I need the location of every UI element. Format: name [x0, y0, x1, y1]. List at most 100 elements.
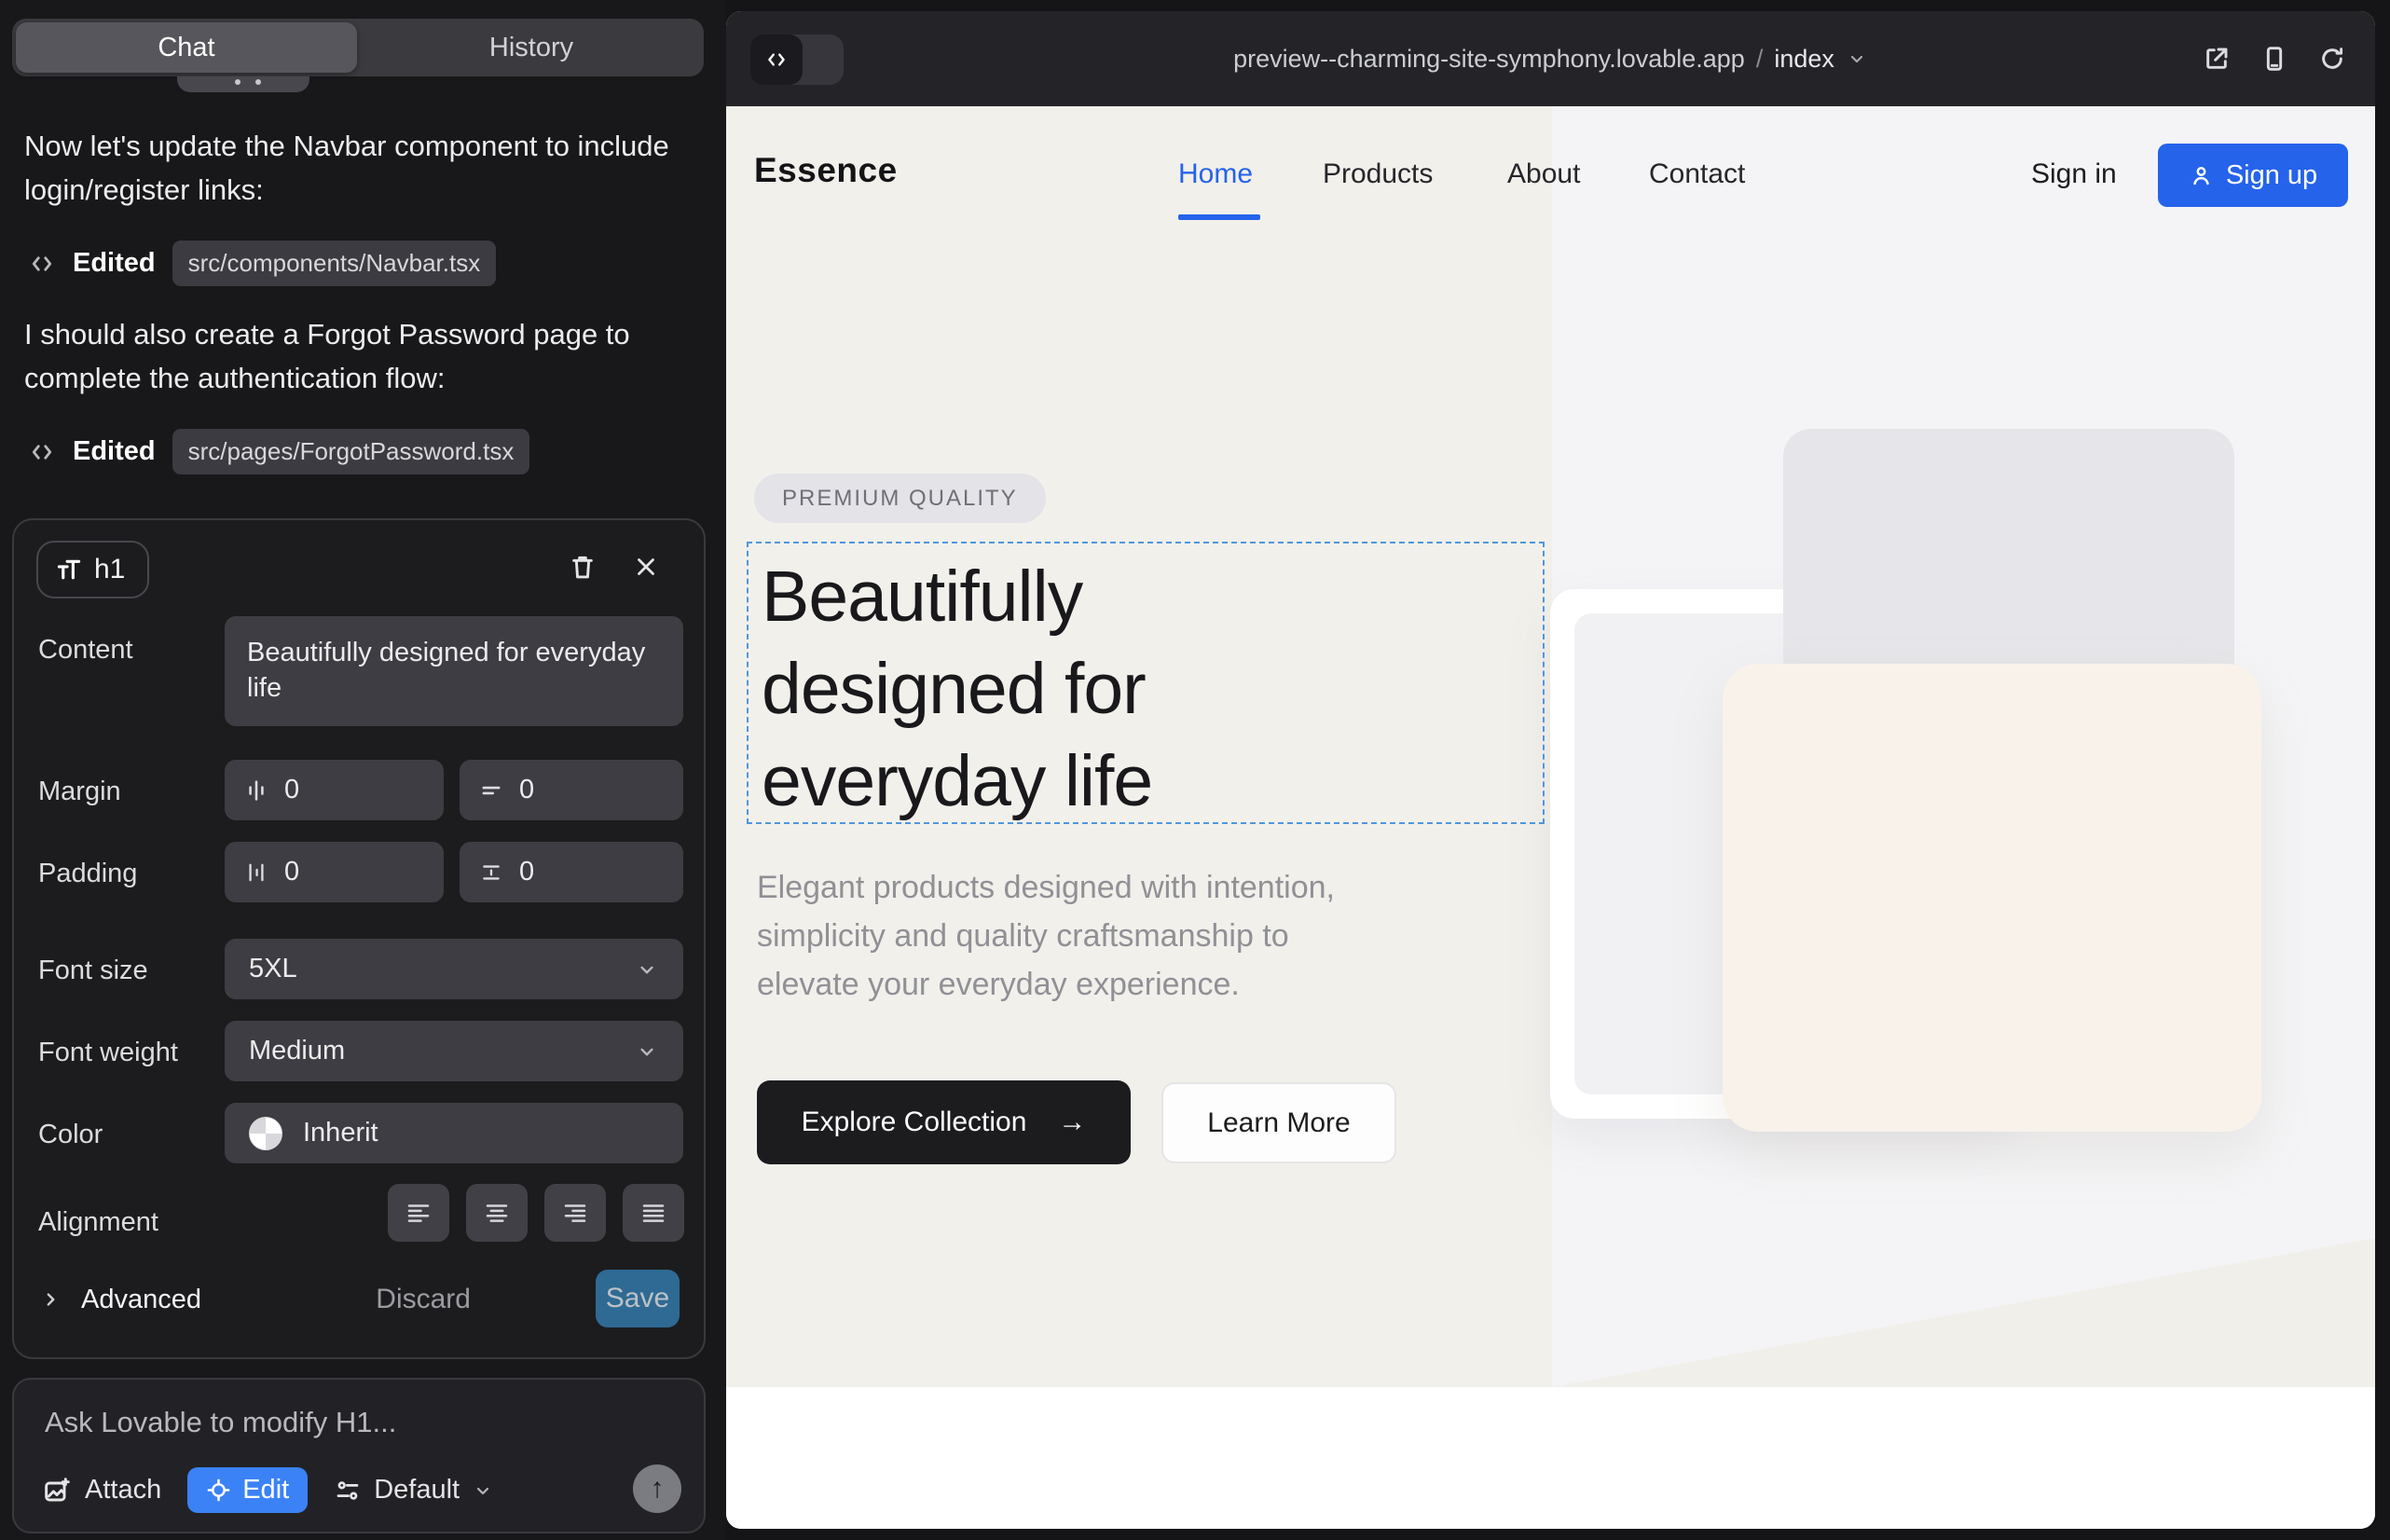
tab-history[interactable]: History [359, 19, 704, 76]
advanced-label: Advanced [81, 1285, 201, 1315]
padding-horizontal-icon [243, 859, 269, 886]
color-select[interactable]: Inherit [225, 1103, 683, 1163]
sign-up-button[interactable]: Sign up [2158, 144, 2348, 207]
padding-vertical-value: 0 [519, 857, 534, 887]
font-size-value: 5XL [249, 954, 297, 984]
margin-horizontal-icon [243, 777, 269, 804]
explore-collection-label: Explore Collection [802, 1107, 1027, 1138]
learn-more-button[interactable]: Learn More [1161, 1082, 1396, 1163]
margin-vertical-value: 0 [519, 775, 534, 805]
font-weight-value: Medium [249, 1036, 345, 1066]
padding-label: Padding [38, 859, 137, 889]
selected-element-outline[interactable]: Beautifully designed for everyday life [747, 542, 1545, 824]
color-label: Color [38, 1120, 103, 1150]
align-center-button[interactable] [466, 1184, 528, 1242]
preview-chrome-bar: preview--charming-site-symphony.lovable.… [726, 11, 2375, 106]
active-nav-underline [1178, 214, 1260, 220]
sign-up-label: Sign up [2226, 160, 2317, 191]
close-editor-button[interactable] [627, 548, 665, 585]
save-button[interactable]: Save [596, 1270, 680, 1327]
chevron-right-icon [38, 1287, 62, 1312]
attach-button[interactable]: Attach [42, 1475, 161, 1506]
font-size-select[interactable]: 5XL [225, 939, 683, 999]
padding-horizontal-input[interactable]: 0 [225, 842, 444, 902]
edit-label: Edit [242, 1475, 289, 1506]
alignment-label: Alignment [38, 1207, 158, 1238]
delete-element-button[interactable] [564, 548, 601, 585]
font-weight-label: Font weight [38, 1038, 178, 1068]
url-domain: preview--charming-site-symphony.lovable.… [1233, 45, 1745, 74]
nav-link-home[interactable]: Home [1178, 158, 1253, 190]
chat-history-tabbar: Chat History [12, 19, 704, 76]
color-value: Inherit [303, 1118, 378, 1148]
chevron-down-icon [635, 957, 659, 982]
edit-mode-button[interactable]: Edit [187, 1467, 308, 1513]
open-external-icon[interactable] [2202, 44, 2232, 74]
hero-heading[interactable]: Beautifully designed for everyday life [762, 551, 1339, 828]
site-canvas: Essence Home Products About Contact Sign… [726, 106, 2375, 1529]
sliders-icon [334, 1477, 362, 1505]
scrolled-chip-partial [177, 76, 309, 92]
advanced-toggle[interactable]: Advanced [38, 1272, 201, 1327]
refresh-icon[interactable] [2317, 44, 2347, 74]
explore-collection-button[interactable]: Explore Collection → [757, 1080, 1131, 1164]
chrome-actions [2202, 11, 2347, 106]
align-justify-icon [639, 1199, 667, 1227]
edited-label: Edited [73, 248, 156, 279]
edited-file-row[interactable]: Edited src/pages/ForgotPassword.tsx [28, 429, 529, 474]
hero-paragraph: Elegant products designed with intention… [757, 863, 1383, 1009]
crosshair-icon [206, 1478, 231, 1503]
element-tag-pill[interactable]: h1 [36, 541, 149, 598]
margin-vertical-input[interactable]: 0 [460, 760, 683, 820]
align-right-button[interactable] [544, 1184, 606, 1242]
app-root: Chat History Now let's update the Navbar… [0, 0, 2390, 1540]
edited-file-row[interactable]: Edited src/components/Navbar.tsx [28, 241, 496, 286]
arrow-up-icon: ↑ [651, 1473, 665, 1505]
code-icon [28, 438, 56, 466]
trash-icon [568, 552, 598, 582]
code-icon [28, 250, 56, 278]
align-right-icon [561, 1199, 589, 1227]
discard-button[interactable]: Discard [376, 1272, 471, 1327]
send-button[interactable]: ↑ [633, 1464, 681, 1513]
content-label: Content [38, 635, 133, 666]
element-tag-label: h1 [94, 554, 125, 585]
chevron-down-icon [635, 1039, 659, 1064]
composer-toolbar: Attach Edit Default [42, 1467, 494, 1513]
align-left-button[interactable] [388, 1184, 449, 1242]
nav-link-about[interactable]: About [1507, 158, 1580, 190]
font-weight-select[interactable]: Medium [225, 1021, 683, 1081]
margin-label: Margin [38, 777, 121, 807]
mobile-view-icon[interactable] [2260, 44, 2289, 74]
nav-link-contact[interactable]: Contact [1649, 158, 1745, 190]
align-center-icon [483, 1199, 511, 1227]
close-icon [632, 553, 660, 581]
margin-horizontal-value: 0 [284, 775, 299, 805]
model-default-select[interactable]: Default [334, 1475, 494, 1506]
margin-horizontal-input[interactable]: 0 [225, 760, 444, 820]
color-swatch [249, 1117, 282, 1150]
element-editor-panel: h1 Content Beautifully designed for ever… [12, 518, 706, 1359]
align-justify-button[interactable] [623, 1184, 684, 1242]
attach-image-icon [42, 1476, 72, 1506]
content-input[interactable]: Beautifully designed for everyday life [225, 616, 683, 726]
assistant-message: I should also create a Forgot Password p… [24, 312, 677, 400]
url-page: index [1774, 45, 1834, 74]
preview-window: preview--charming-site-symphony.lovable.… [726, 11, 2375, 1529]
sign-in-link[interactable]: Sign in [2031, 158, 2117, 190]
url-bar[interactable]: preview--charming-site-symphony.lovable.… [726, 11, 2375, 106]
url-separator: / [1756, 45, 1764, 74]
font-size-label: Font size [38, 956, 148, 986]
content-field-wrap: Beautifully designed for everyday life [225, 616, 683, 726]
nav-link-products[interactable]: Products [1323, 158, 1433, 190]
tab-chat[interactable]: Chat [16, 22, 357, 73]
padding-vertical-input[interactable]: 0 [460, 842, 683, 902]
edited-label: Edited [73, 436, 156, 467]
chat-panel: Chat History Now let's update the Navbar… [0, 0, 726, 1540]
file-chip[interactable]: src/components/Navbar.tsx [172, 241, 497, 286]
hero-diagonal-shape [1552, 1238, 2375, 1387]
margin-vertical-icon [478, 777, 504, 804]
site-brand[interactable]: Essence [754, 151, 898, 190]
file-chip[interactable]: src/pages/ForgotPassword.tsx [172, 429, 530, 474]
composer-input[interactable] [45, 1406, 660, 1454]
